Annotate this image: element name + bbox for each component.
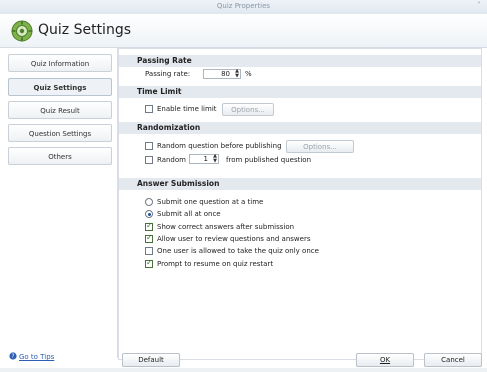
random-count-checkbox[interactable]: [145, 156, 153, 164]
passing-rate-unit: %: [245, 70, 252, 78]
sidebar-item-quiz-information[interactable]: Quiz Information: [8, 54, 112, 72]
passing-rate-value: 80: [221, 70, 230, 78]
spinner-arrows-icon[interactable]: ▲ ▼: [213, 154, 217, 164]
sidebar-item-quiz-settings[interactable]: Quiz Settings: [8, 78, 112, 96]
window-title: Quiz Properties: [216, 2, 271, 10]
help-icon: ?: [9, 352, 17, 360]
tips-link-row[interactable]: ? Go to Tips: [9, 352, 54, 361]
section-header-randomization: Randomization: [119, 122, 481, 134]
status-strip: [0, 368, 487, 372]
random-before-publishing-label: Random question before publishing: [157, 142, 282, 150]
section-header-passing-rate: Passing Rate: [119, 55, 481, 67]
ok-button[interactable]: OK: [356, 353, 414, 367]
sidebar-item-others[interactable]: Others: [8, 147, 112, 165]
take-quiz-once-checkbox[interactable]: [145, 247, 153, 255]
svg-text:?: ?: [11, 353, 14, 360]
passing-rate-stepper[interactable]: 80 ▲ ▼: [203, 69, 241, 79]
prompt-resume-checkbox[interactable]: [145, 258, 153, 268]
page-header: Quiz Settings: [0, 14, 487, 48]
randomization-options-button[interactable]: Options...: [286, 140, 354, 153]
time-limit-options-button[interactable]: Options...: [222, 103, 274, 116]
page-title: Quiz Settings: [38, 22, 132, 38]
cancel-button[interactable]: Cancel: [424, 353, 482, 367]
sidebar-item-question-settings[interactable]: Question Settings: [8, 124, 112, 142]
submit-all-at-once-label: Submit all at once: [157, 210, 221, 218]
window-title-bar: Quiz Properties ˅: [0, 0, 487, 15]
allow-review-checkbox[interactable]: [145, 233, 153, 243]
show-correct-answers-checkbox[interactable]: [145, 221, 153, 231]
enable-time-limit-label: Enable time limit: [157, 105, 217, 113]
tips-link[interactable]: Go to Tips: [19, 353, 54, 361]
section-header-time-limit: Time Limit: [119, 86, 481, 98]
show-correct-answers-label: Show correct answers after submission: [157, 223, 295, 231]
default-button[interactable]: Default: [122, 353, 180, 367]
submit-all-at-once-radio[interactable]: [145, 210, 153, 218]
allow-review-label: Allow user to review questions and answe…: [157, 235, 311, 243]
prompt-resume-label: Prompt to resume on quiz restart: [157, 260, 274, 268]
passing-rate-label: Passing rate:: [145, 70, 191, 78]
section-header-answer-submission: Answer Submission: [119, 178, 481, 190]
random-label: Random: [157, 156, 186, 164]
spinner-arrows-icon[interactable]: ▲ ▼: [235, 69, 239, 79]
submit-one-at-a-time-radio[interactable]: [145, 198, 153, 206]
gear-settings-icon: [11, 20, 33, 42]
sidebar-item-quiz-result[interactable]: Quiz Result: [8, 101, 112, 119]
submit-one-at-a-time-label: Submit one question at a time: [157, 198, 264, 206]
enable-time-limit-checkbox[interactable]: [145, 105, 153, 113]
random-count-stepper[interactable]: 1 ▲ ▼: [189, 154, 219, 164]
chevron-down-icon[interactable]: ˅: [477, 1, 481, 10]
random-suffix-label: from published question: [226, 156, 312, 164]
random-before-publishing-checkbox[interactable]: [145, 142, 153, 150]
random-count-value: 1: [203, 155, 208, 163]
take-quiz-once-label: One user is allowed to take the quiz onl…: [157, 247, 319, 255]
